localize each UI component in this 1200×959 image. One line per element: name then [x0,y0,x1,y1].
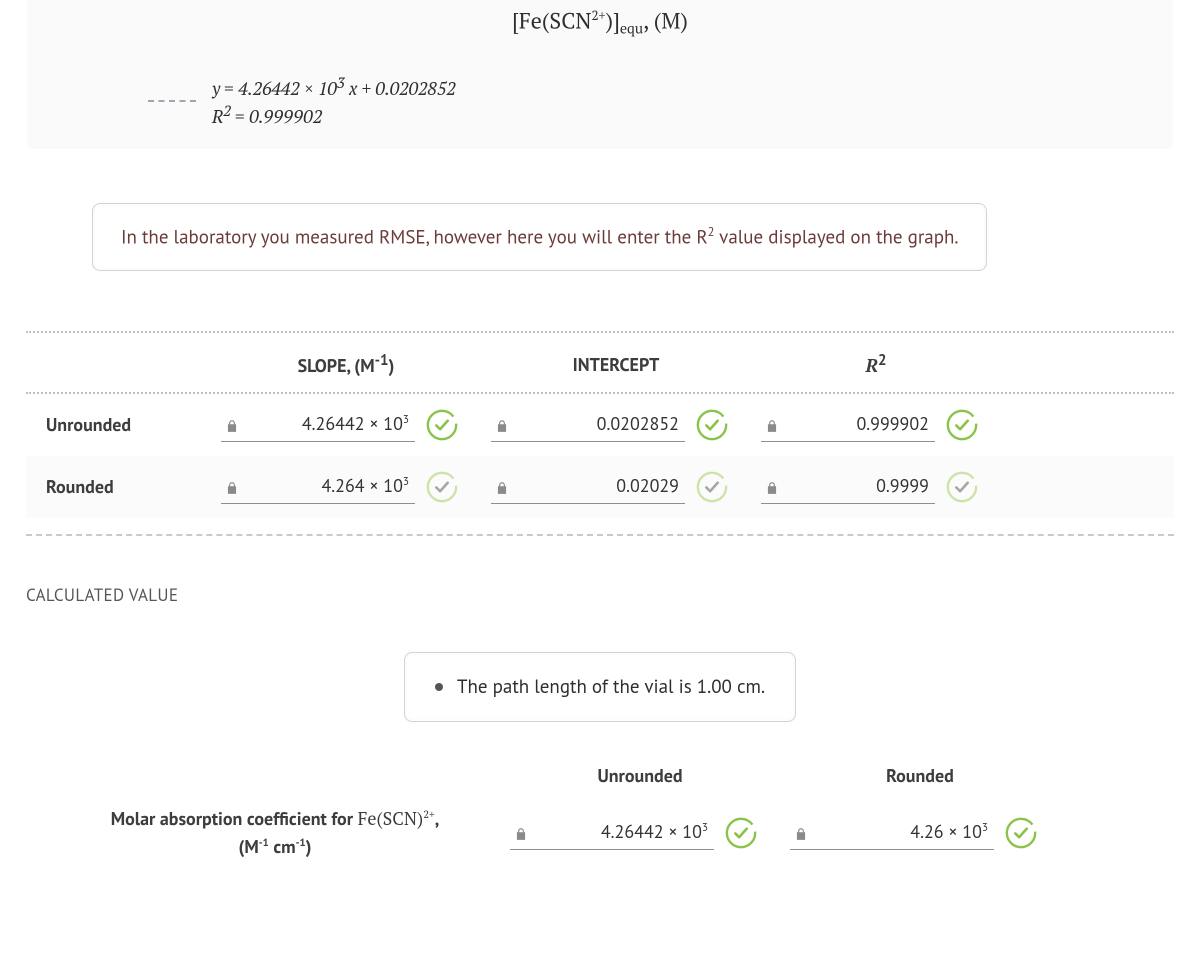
row-rounded: Rounded 4.264 × 103 0.02029 0.9999 [26,456,1174,518]
check-icon [425,408,459,442]
lock-icon [225,415,239,432]
calc-row-label: Molar absorption coefficient for Fe(SCN)… [60,805,500,863]
check-icon [945,408,979,442]
value: 0.9999 [789,474,929,497]
check-icon [1004,816,1038,850]
calc-col-unrounded: Unrounded [500,764,780,787]
col-slope: SLOPE, (M-1) [211,351,481,377]
cell-unrounded-r2[interactable]: 0.999902 [751,408,1001,442]
row-label-rounded: Rounded [26,475,211,498]
check-icon [695,408,729,442]
calculated-value-heading: CALCULATED VALUE [26,584,1200,606]
legend: y = 4.26442 × 103 x + 0.0202852 R2 = 0.9… [148,73,1142,130]
col-intercept: INTERCEPT [481,353,751,376]
cell-calc-rounded[interactable]: 4.26 × 103 [780,816,1060,850]
check-icon [724,816,758,850]
lock-icon [495,415,509,432]
lock-icon [765,415,779,432]
lock-icon [225,477,239,494]
cell-unrounded-intercept[interactable]: 0.0202852 [481,408,751,442]
results-table: . SLOPE, (M-1) INTERCEPT R2 Unrounded 4.… [26,331,1174,518]
cell-rounded-intercept[interactable]: 0.02029 [481,470,751,504]
bullet-icon [435,683,443,691]
value: 4.26442 × 103 [538,820,708,843]
legend-r2: R2 = 0.999902 [212,101,456,129]
check-icon [695,470,729,504]
legend-line-marker [148,100,196,102]
row-unrounded: Unrounded 4.26442 × 103 0.0202852 0.999 [26,394,1174,456]
lock-icon [794,823,808,840]
col-r2: R2 [751,351,1001,378]
cell-calc-unrounded[interactable]: 4.26442 × 103 [500,816,780,850]
lock-icon [495,477,509,494]
value: 0.0202852 [519,412,679,435]
lock-icon [514,823,528,840]
calc-table: . Unrounded Rounded Molar absorption coe… [60,764,1140,863]
legend-equation: y = 4.26442 × 103 x + 0.0202852 [212,73,456,101]
graph-panel: [Fe(SCN2+)]equ, (M) y = 4.26442 × 103 x … [28,0,1172,147]
check-icon [425,470,459,504]
value: 4.26442 × 103 [249,412,409,435]
lock-icon [765,477,779,494]
value: 0.02029 [519,474,679,497]
value: 4.264 × 103 [249,474,409,497]
cell-unrounded-slope[interactable]: 4.26442 × 103 [211,408,481,442]
cell-rounded-slope[interactable]: 4.264 × 103 [211,470,481,504]
calc-col-rounded: Rounded [780,764,1060,787]
value: 4.26 × 103 [818,820,988,843]
note-path-length: The path length of the vial is 1.00 cm. [404,652,796,722]
check-icon [945,470,979,504]
row-label-unrounded: Unrounded [26,413,211,436]
note-r2: In the laboratory you measured RMSE, how… [92,203,987,270]
calc-row-molar-absorption: Molar absorption coefficient for Fe(SCN)… [60,805,1140,863]
cell-rounded-r2[interactable]: 0.9999 [751,470,1001,504]
divider [26,534,1174,536]
value: 0.999902 [789,412,929,435]
note-path-length-text: The path length of the vial is 1.00 cm. [457,675,765,699]
x-axis-label: [Fe(SCN2+)]equ, (M) [58,6,1142,39]
